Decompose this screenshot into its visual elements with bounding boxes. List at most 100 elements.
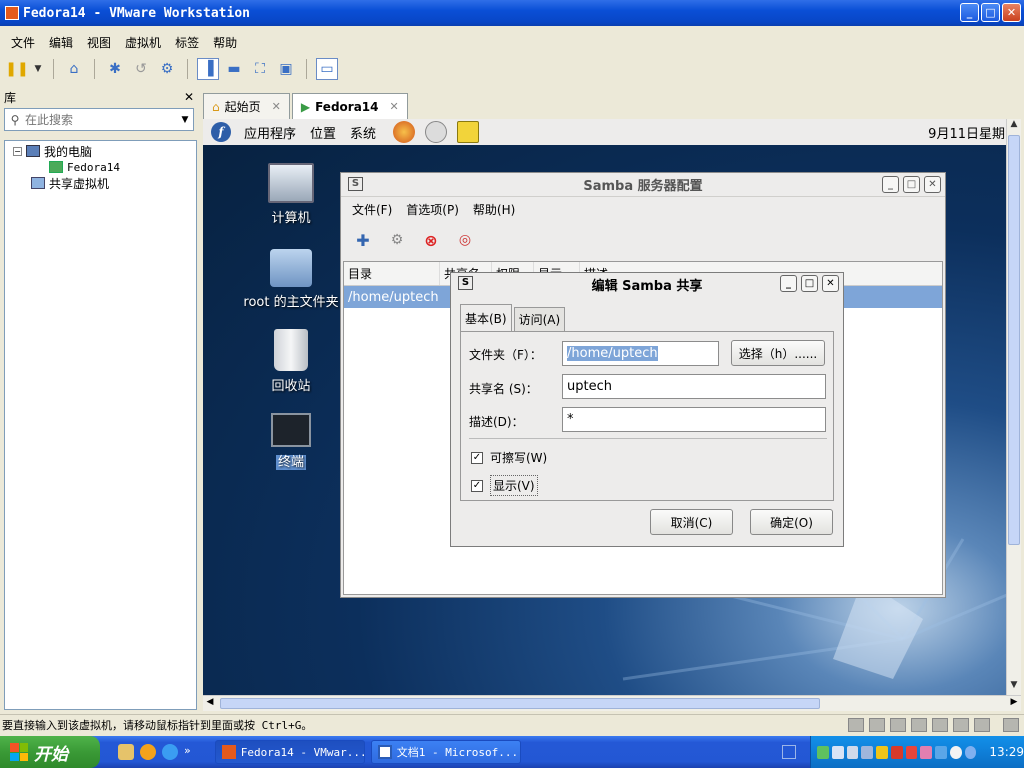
maximize-button[interactable]: □ [801, 275, 818, 292]
minimize-button[interactable]: _ [960, 3, 979, 22]
tab-access[interactable]: 访问(A) [513, 307, 566, 331]
folder-field[interactable]: /home/uptech [562, 341, 719, 366]
checkbox-checked-icon[interactable]: ✓ [471, 479, 483, 492]
snapshot-take-icon[interactable]: ✱ [104, 58, 126, 80]
desktop-icon-computer[interactable]: 计算机 [241, 163, 341, 226]
vm-console[interactable]: f 应用程序 位置 系统 9月11日星期 ▲ ▼ 计算机 root 的主文件夹 … [203, 119, 1021, 695]
cancel-button[interactable]: 取消(C) [650, 509, 733, 535]
scroll-down-icon[interactable]: ▼ [1007, 680, 1021, 695]
unity-icon[interactable]: ▣ [275, 58, 297, 80]
gnome-menu-applications[interactable]: 应用程序 [237, 123, 303, 142]
keyboard-icon[interactable] [782, 745, 796, 759]
message-log-icon[interactable] [1003, 717, 1019, 732]
tab-close-icon[interactable]: ✕ [272, 100, 281, 113]
sound-icon[interactable] [974, 717, 990, 732]
samba-menu-file[interactable]: 文件(F) [345, 201, 399, 218]
delete-share-icon[interactable]: ⊗ [421, 230, 441, 250]
console-vscrollbar[interactable]: ▲ ▼ [1006, 119, 1021, 695]
floppy-icon[interactable] [890, 717, 906, 732]
samba-menu-preferences[interactable]: 首选项(P) [399, 201, 466, 218]
tray-network-icon[interactable] [817, 745, 829, 759]
tab-home[interactable]: ⌂ 起始页 ✕ [203, 93, 290, 119]
tab-fedora14[interactable]: ▶ Fedora14 ✕ [291, 93, 408, 119]
search-input[interactable] [25, 112, 177, 127]
minimize-button[interactable]: _ [882, 176, 899, 193]
notes-icon[interactable] [457, 121, 480, 143]
scroll-thumb[interactable] [1008, 135, 1020, 545]
taskbar-item-word[interactable]: 文档1 - Microsof... [370, 740, 521, 764]
menu-file[interactable]: 文件 [4, 34, 42, 51]
menu-tabs[interactable]: 标签 [168, 34, 206, 51]
tree-item-shared-vms[interactable]: 共享虚拟机 [31, 175, 109, 191]
column-header-dir[interactable]: 目录 [344, 262, 440, 285]
help-icon[interactable]: ◎ [455, 230, 475, 250]
menu-view[interactable]: 视图 [80, 34, 118, 51]
close-button[interactable]: ✕ [1002, 3, 1021, 22]
tree-item-fedora14[interactable]: Fedora14 [49, 159, 120, 175]
description-field[interactable]: * [562, 407, 826, 432]
network-adapter-icon[interactable] [911, 717, 927, 732]
menu-help[interactable]: 帮助 [206, 34, 244, 51]
console-hscrollbar[interactable]: ◀ ▶ [203, 695, 1021, 711]
ok-button[interactable]: 确定(O) [750, 509, 833, 535]
scroll-left-icon[interactable]: ◀ [203, 697, 217, 707]
start-button[interactable]: 开始 [0, 736, 100, 768]
collapse-icon[interactable]: − [13, 146, 22, 156]
network-icon[interactable]: ⌂ [63, 58, 85, 80]
browse-button[interactable]: 选择（h）...... [731, 340, 825, 366]
usb-icon[interactable] [932, 717, 948, 732]
thumbnail-bar-icon[interactable]: ▬ [223, 58, 245, 80]
library-close-icon[interactable]: ✕ [184, 90, 194, 104]
close-button[interactable]: ✕ [924, 176, 941, 193]
ie-icon[interactable] [162, 744, 178, 760]
tray-help-icon[interactable] [964, 745, 977, 759]
scroll-up-icon[interactable]: ▲ [1007, 119, 1021, 134]
fullscreen-icon[interactable]: ⛶ [249, 58, 271, 80]
tree-item-my-computer[interactable]: − 我的电脑 [13, 143, 92, 159]
add-share-icon[interactable]: ✚ [353, 230, 373, 250]
menu-vm[interactable]: 虚拟机 [118, 34, 168, 51]
tray-clock[interactable]: 13:29 [989, 745, 1024, 759]
firefox-icon[interactable] [393, 121, 416, 143]
mail-icon[interactable] [425, 121, 448, 143]
tray-shield-icon[interactable] [876, 745, 888, 759]
maximize-button[interactable]: □ [981, 3, 1000, 22]
minimize-button[interactable]: _ [780, 275, 797, 292]
desktop-icon-terminal[interactable]: 终端 [241, 413, 341, 470]
quick-launch-more-icon[interactable]: » [184, 744, 191, 760]
close-button[interactable]: ✕ [822, 275, 839, 292]
tab-close-icon[interactable]: ✕ [390, 100, 399, 113]
printer-icon[interactable] [953, 717, 969, 732]
show-desktop-icon[interactable] [118, 744, 134, 760]
tray-qq-icon[interactable] [949, 745, 962, 759]
cdrom-icon[interactable] [869, 717, 885, 732]
properties-icon[interactable]: ⚙ [387, 230, 407, 250]
media-player-icon[interactable] [140, 744, 156, 760]
scroll-thumb[interactable] [220, 698, 820, 709]
tray-arrow-icon[interactable] [905, 745, 918, 759]
snapshot-manager-icon[interactable]: ⚙ [156, 58, 178, 80]
tray-display-icon[interactable] [861, 745, 874, 759]
power-dropdown-icon[interactable]: ▼ [32, 58, 44, 80]
desktop-icon-home[interactable]: root 的主文件夹 [241, 249, 341, 310]
show-library-icon[interactable]: ▐ [197, 58, 219, 80]
writable-checkbox[interactable]: ✓ 可擦写(W) [471, 449, 547, 466]
console-view-icon[interactable]: ▭ [316, 58, 338, 80]
gnome-menu-places[interactable]: 位置 [303, 123, 343, 142]
maximize-button[interactable]: □ [903, 176, 920, 193]
checkbox-checked-icon[interactable]: ✓ [471, 451, 483, 464]
scroll-right-icon[interactable]: ▶ [1007, 697, 1021, 707]
hdd-icon[interactable] [848, 717, 864, 732]
visible-checkbox[interactable]: ✓ 显示(V) [471, 475, 538, 496]
fedora-logo-icon[interactable]: f [211, 122, 231, 142]
share-name-field[interactable]: uptech [562, 374, 826, 399]
snapshot-revert-icon[interactable]: ↺ [130, 58, 152, 80]
tray-antivirus-icon[interactable] [890, 745, 903, 759]
desktop-icon-trash[interactable]: 回收站 [241, 329, 341, 394]
tray-vmware-icon[interactable] [831, 745, 844, 759]
menu-edit[interactable]: 编辑 [42, 34, 80, 51]
samba-menu-help[interactable]: 帮助(H) [466, 201, 522, 218]
panel-clock[interactable]: 9月11日星期 [928, 123, 1005, 142]
taskbar-item-vmware[interactable]: Fedora14 - VMwar... [214, 740, 365, 764]
tab-basic[interactable]: 基本(B) [460, 304, 512, 332]
